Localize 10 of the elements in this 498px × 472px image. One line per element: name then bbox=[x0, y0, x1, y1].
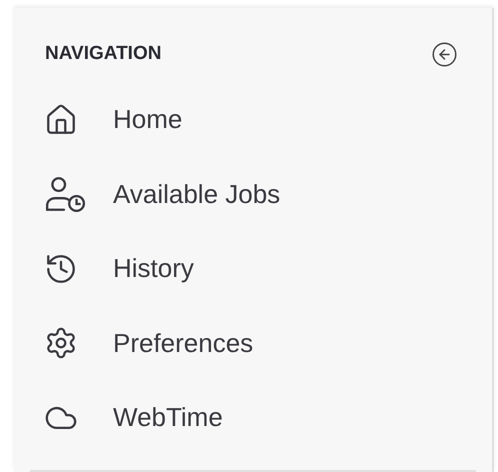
nav-item[interactable]: History bbox=[14, 232, 492, 306]
collapse-button[interactable] bbox=[431, 40, 458, 68]
user-clock-icon bbox=[44, 175, 86, 214]
nav-item[interactable]: Preferences bbox=[14, 306, 492, 380]
nav-item[interactable]: WebTime bbox=[14, 380, 492, 455]
house-icon bbox=[44, 102, 78, 137]
settings-icon bbox=[44, 326, 78, 360]
navigation-heading: NAVIGATION bbox=[45, 42, 162, 66]
nav-item[interactable]: Available Jobs bbox=[14, 157, 492, 232]
nav-item[interactable]: Home bbox=[14, 82, 492, 157]
